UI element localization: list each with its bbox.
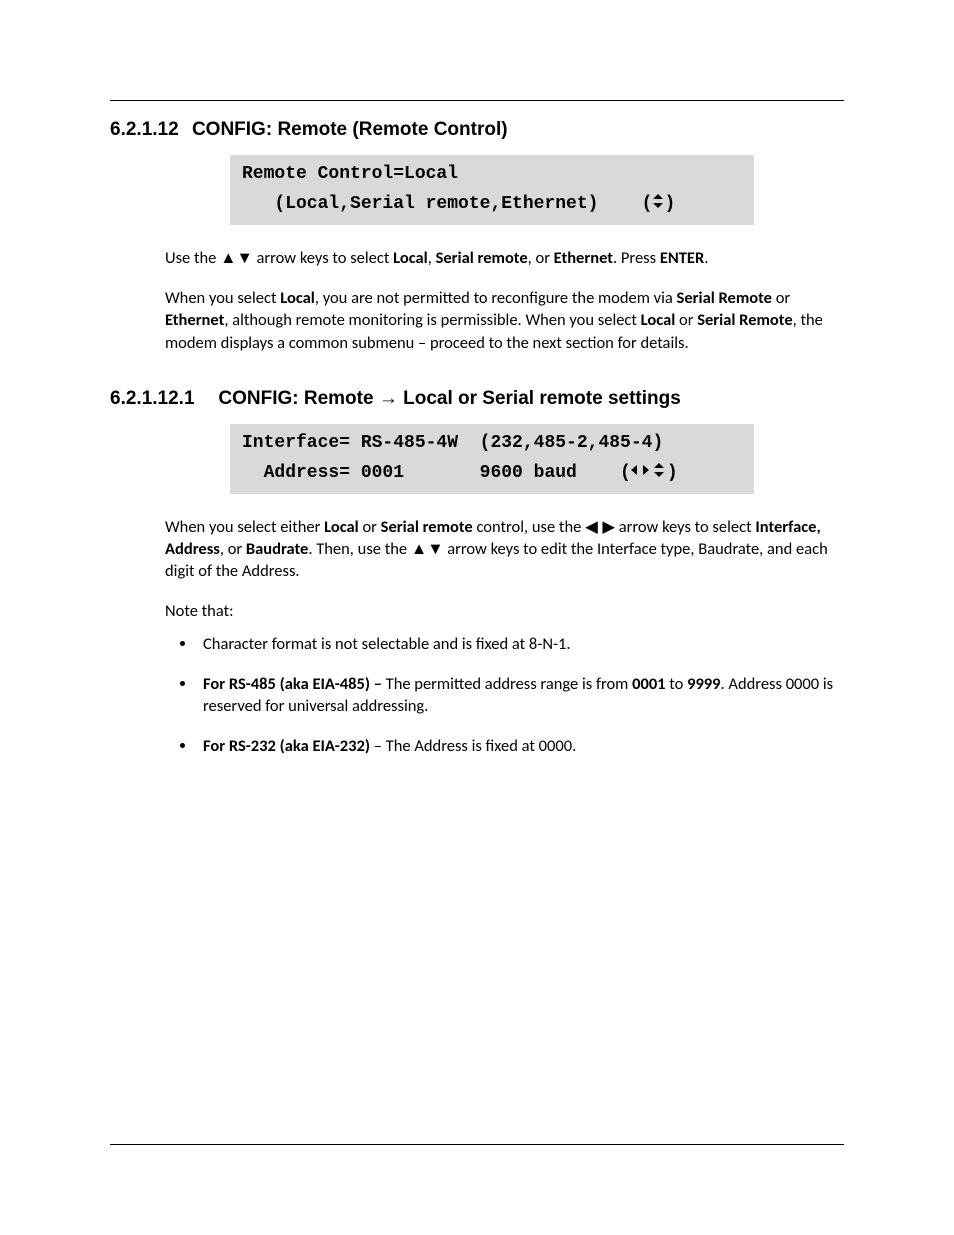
para-local-select: When you select Local, you are not permi… <box>165 287 844 354</box>
lcd2-line1: Interface= RS-485-4W (232,485-2,485-4) <box>242 430 742 458</box>
section-number: 6.2.1.12 <box>110 119 179 141</box>
lcd-display-interface: Interface= RS-485-4W (232,485-2,485-4) A… <box>230 424 754 494</box>
section-title: CONFIG: Remote (Remote Control) <box>192 119 508 140</box>
subsection-title-post: Local or Serial remote settings <box>398 388 681 409</box>
bullet-char-format: Character format is not selectable and i… <box>197 633 844 655</box>
updown-arrows-text-2: ▲▼ <box>411 540 444 558</box>
note-intro: Note that: <box>165 600 844 622</box>
note-list: Character format is not selectable and i… <box>165 633 844 758</box>
right-arrow-icon: → <box>379 388 398 409</box>
bullet-rs232: For RS-232 (aka EIA-232) – The Address i… <box>197 735 844 757</box>
lcd-line1: Remote Control=Local <box>242 161 742 189</box>
section-heading-remote: 6.2.1.12 CONFIG: Remote (Remote Control) <box>110 119 844 141</box>
para-use-arrows: Use the ▲▼ arrow keys to select Local, S… <box>165 247 844 269</box>
bottom-rule <box>110 1144 844 1145</box>
lcd-line2: (Local,Serial remote,Ethernet) () <box>242 189 742 219</box>
updown-arrows-text: ▲▼ <box>220 249 253 267</box>
top-rule <box>110 100 844 101</box>
subsection-number: 6.2.1.12.1 <box>110 388 195 410</box>
leftright-updown-icon <box>631 461 667 481</box>
lcd-display-remote: Remote Control=Local (Local,Serial remot… <box>230 155 754 225</box>
leftright-arrows-text: ◀ ▶ <box>585 518 615 536</box>
page: 6.2.1.12 CONFIG: Remote (Remote Control)… <box>0 0 954 1235</box>
subsection-title-pre: CONFIG: Remote <box>218 388 378 409</box>
updown-icon <box>652 192 664 212</box>
lcd2-line2: Address= 0001 9600 baud () <box>242 458 742 488</box>
section-heading-local-serial: 6.2.1.12.1 CONFIG: Remote → Local or Ser… <box>110 388 844 410</box>
para-interface-select: When you select either Local or Serial r… <box>165 516 844 583</box>
bullet-rs485: For RS-485 (aka EIA-485) – The permitted… <box>197 673 844 718</box>
